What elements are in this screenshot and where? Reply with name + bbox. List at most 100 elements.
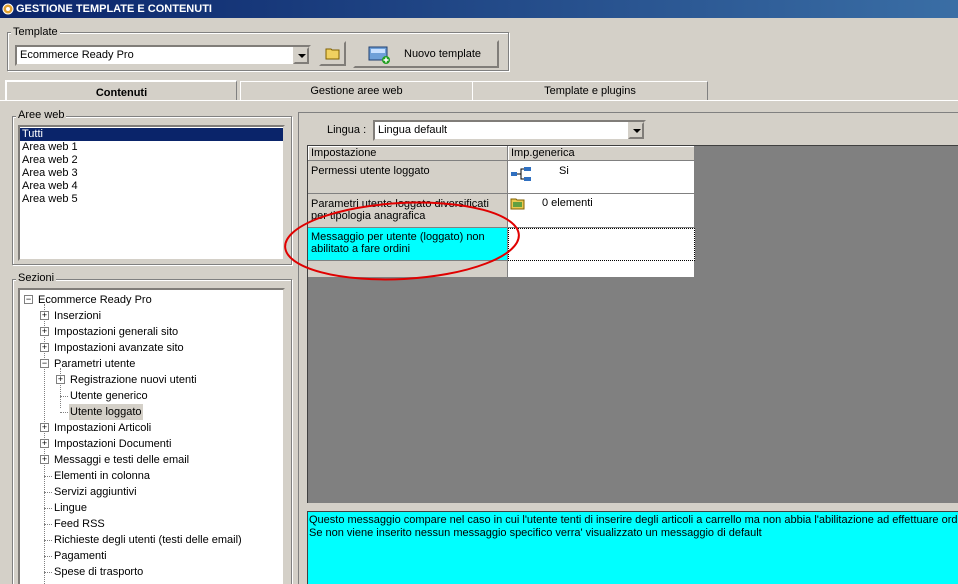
tree-item-label: Elementi in colonna <box>54 470 151 482</box>
tree-item-label: Impostazioni avanzate sito <box>54 342 184 354</box>
table-row-value[interactable]: 0 elementi <box>508 194 695 228</box>
network-icon <box>511 167 531 181</box>
tree-item-label: Feed RSS <box>54 518 105 530</box>
lingua-select-value: Lingua default <box>378 124 448 136</box>
aree-web-list[interactable]: Tutti Area web 1 Area web 2 Area web 3 A… <box>18 125 285 261</box>
tree-item-label: Registrazione nuovi utenti <box>70 374 197 386</box>
new-template-button[interactable]: Nuovo template <box>353 40 499 68</box>
table-row-value[interactable]: Si <box>508 161 695 194</box>
chevron-down-icon[interactable] <box>628 122 644 139</box>
tree-item-label: Impostazioni Documenti <box>54 438 172 450</box>
tab-gestione-aree-web-label: Gestione aree web <box>310 85 403 97</box>
tree-item[interactable]: + Inserzioni <box>20 308 283 324</box>
tree-branch-line <box>44 476 52 477</box>
template-select-value: Ecommerce Ready Pro <box>20 49 134 61</box>
tree-item[interactable]: + Impostazioni Articoli <box>20 420 283 436</box>
tree-item-label: Inserzioni <box>54 310 102 322</box>
collapse-icon[interactable]: − <box>24 295 33 304</box>
tree-item[interactable]: − Ecommerce Ready Pro <box>20 292 283 308</box>
tree-branch-line <box>44 524 52 525</box>
tree-item-label: Impostazioni Articoli <box>54 422 152 434</box>
table-row-setting[interactable]: Permessi utente loggato <box>308 161 508 194</box>
expand-icon[interactable]: + <box>40 423 49 432</box>
sezioni-tree[interactable]: − Ecommerce Ready Pro + Inserzioni + Impostaz… <box>18 288 285 584</box>
tree-branch-line <box>44 508 52 509</box>
description-line-2: Se non viene inserito nessun messaggio s… <box>309 527 762 539</box>
window-title: GESTIONE TEMPLATE E CONTENUTI <box>16 3 212 15</box>
table-row-empty <box>508 261 695 278</box>
list-item[interactable]: Area web 4 <box>20 180 283 193</box>
tree-item-selected[interactable]: Utente loggato <box>20 404 283 420</box>
open-folder-button[interactable] <box>319 41 346 66</box>
tree-branch-line <box>60 412 68 413</box>
tree-item[interactable]: + Impostazioni generali sito <box>20 324 283 340</box>
list-item[interactable]: Area web 1 <box>20 141 283 154</box>
tab-template-plugins-label: Template e plugins <box>544 85 636 97</box>
tree-item[interactable]: + Messaggi e testi delle email <box>20 452 283 468</box>
tree-item[interactable]: Pagamenti <box>20 548 283 564</box>
template-group-label: Template <box>11 26 60 38</box>
expand-icon[interactable]: + <box>40 439 49 448</box>
app-icon <box>2 3 14 15</box>
tree-item-label: Richieste degli utenti (testi delle emai… <box>54 534 242 546</box>
chevron-down-icon[interactable] <box>293 47 309 64</box>
column-header-impostazione[interactable]: Impostazione <box>308 146 508 161</box>
tree-item-label: Ecommerce Ready Pro <box>38 294 152 306</box>
new-template-icon <box>368 46 390 64</box>
expand-icon[interactable]: + <box>40 343 49 352</box>
tree-item[interactable]: Servizi aggiuntivi <box>20 484 283 500</box>
folder-icon <box>325 48 340 60</box>
tree-item[interactable]: Richieste degli utenti (testi delle emai… <box>20 532 283 548</box>
description-box: Questo messaggio compare nel caso in cui… <box>307 511 958 584</box>
tree-item-label: Spese di trasporto <box>54 566 144 578</box>
column-header-imp-generica[interactable]: Imp.generica <box>508 146 695 161</box>
tree-item[interactable]: + Registrazione nuovi utenti <box>20 372 283 388</box>
tree-item[interactable]: Utente generico <box>20 388 283 404</box>
tree-item[interactable]: Spese di trasporto <box>20 564 283 580</box>
tab-template-plugins[interactable]: Template e plugins <box>472 81 708 100</box>
tree-item[interactable]: Elementi in colonna <box>20 468 283 484</box>
expand-icon[interactable]: + <box>40 311 49 320</box>
table-row-value-editing[interactable] <box>508 228 695 261</box>
tree-branch-line <box>44 556 52 557</box>
list-item[interactable]: Tutti <box>20 128 283 141</box>
sezioni-label: Sezioni <box>16 272 57 284</box>
tree-item-label: Utente loggato <box>69 404 143 420</box>
table-row-value-text: Si <box>559 165 569 177</box>
annotation-ellipse <box>284 201 520 281</box>
table-row-value-text: 0 elementi <box>542 197 593 209</box>
list-item[interactable]: Area web 5 <box>20 193 283 206</box>
lingua-label: Lingua : <box>327 124 367 136</box>
tab-contenuti-label: Contenuti <box>95 87 148 99</box>
list-item[interactable]: Area web 3 <box>20 167 283 180</box>
tree-branch-line <box>60 396 68 397</box>
tree-item-label: Servizi aggiuntivi <box>54 486 137 498</box>
tree-branch-line <box>44 572 52 573</box>
list-item[interactable]: Area web 2 <box>20 154 283 167</box>
tree-item-label: Pagamenti <box>54 550 107 562</box>
expand-icon[interactable]: + <box>40 327 49 336</box>
collapse-icon[interactable]: − <box>40 359 49 368</box>
tree-item[interactable]: − Parametri utente <box>20 356 283 372</box>
lingua-select[interactable]: Lingua default <box>373 120 646 141</box>
tree-branch-line <box>44 492 52 493</box>
template-select[interactable]: Ecommerce Ready Pro <box>15 45 311 66</box>
title-bar: GESTIONE TEMPLATE E CONTENUTI <box>0 0 958 18</box>
tree-item-label: Utente generico <box>70 390 148 402</box>
tab-strip-line <box>0 100 958 101</box>
new-template-label: Nuovo template <box>404 48 482 60</box>
description-line-1: Questo messaggio compare nel caso in cui… <box>309 514 958 526</box>
expand-icon[interactable]: + <box>56 375 65 384</box>
tree-item-label: Messaggi e testi delle email <box>54 454 190 466</box>
expand-icon[interactable]: + <box>40 455 49 464</box>
tree-item-label: Parametri utente <box>54 358 136 370</box>
tree-item[interactable]: + Impostazioni Documenti <box>20 436 283 452</box>
tree-item[interactable]: Lingue <box>20 500 283 516</box>
tree-item[interactable]: Feed RSS <box>20 516 283 532</box>
tree-branch-line <box>44 540 52 541</box>
tree-item-label: Impostazioni generali sito <box>54 326 179 338</box>
tab-gestione-aree-web[interactable]: Gestione aree web <box>240 81 473 100</box>
aree-web-label: Aree web <box>16 109 67 121</box>
tree-item[interactable]: + Impostazioni avanzate sito <box>20 340 283 356</box>
tab-contenuti[interactable]: Contenuti <box>5 80 237 101</box>
